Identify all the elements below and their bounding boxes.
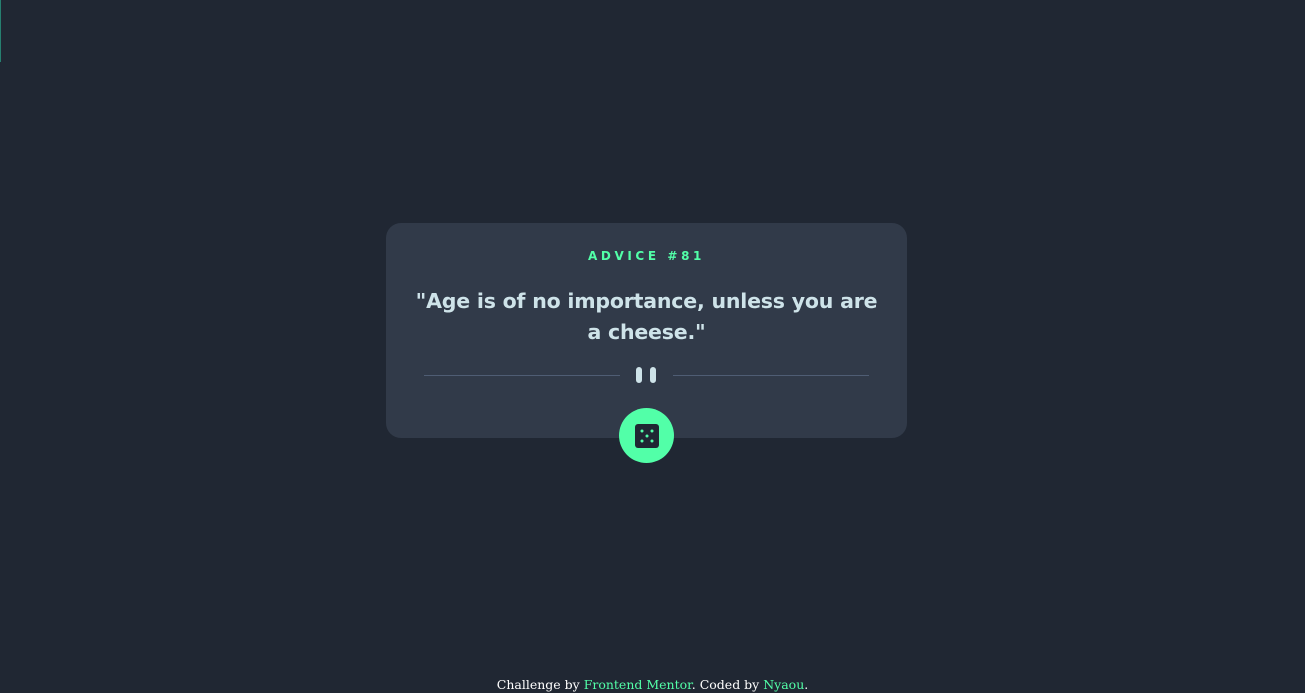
- attribution-footer: Challenge by Frontend Mentor. Coded by N…: [0, 677, 1305, 693]
- pause-icon: [636, 367, 656, 383]
- window-edge-accent: [0, 0, 1, 62]
- advice-quote: "Age is of no importance, unless you are…: [415, 289, 878, 344]
- footer-middle: . Coded by: [691, 677, 760, 692]
- advice-id-label: ADVICE #81: [588, 249, 705, 263]
- divider-line-right: [673, 375, 869, 376]
- pattern-divider: [424, 366, 869, 384]
- advice-card: ADVICE #81 "Age is of no importance, unl…: [386, 223, 907, 463]
- footer-prefix: Challenge by: [496, 677, 580, 692]
- divider-line-left: [424, 375, 620, 376]
- dice-icon: [634, 423, 659, 448]
- author-link[interactable]: Nyaou: [763, 677, 804, 692]
- new-advice-dice-button[interactable]: [619, 408, 674, 463]
- footer-suffix: .: [804, 677, 809, 692]
- frontend-mentor-link[interactable]: Frontend Mentor: [584, 677, 692, 692]
